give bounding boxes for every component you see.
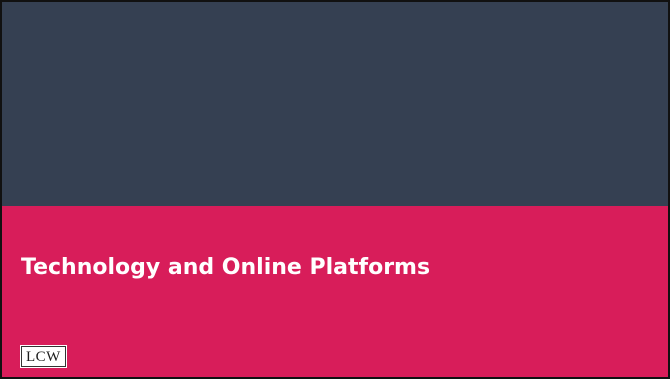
slide-title: Technology and Online Platforms — [21, 255, 431, 280]
slide-title-band — [2, 206, 668, 377]
lcw-logo: LCW — [20, 345, 67, 368]
title-slide: Technology and Online Platforms LCW — [0, 0, 670, 379]
slide-header-band — [2, 2, 668, 206]
